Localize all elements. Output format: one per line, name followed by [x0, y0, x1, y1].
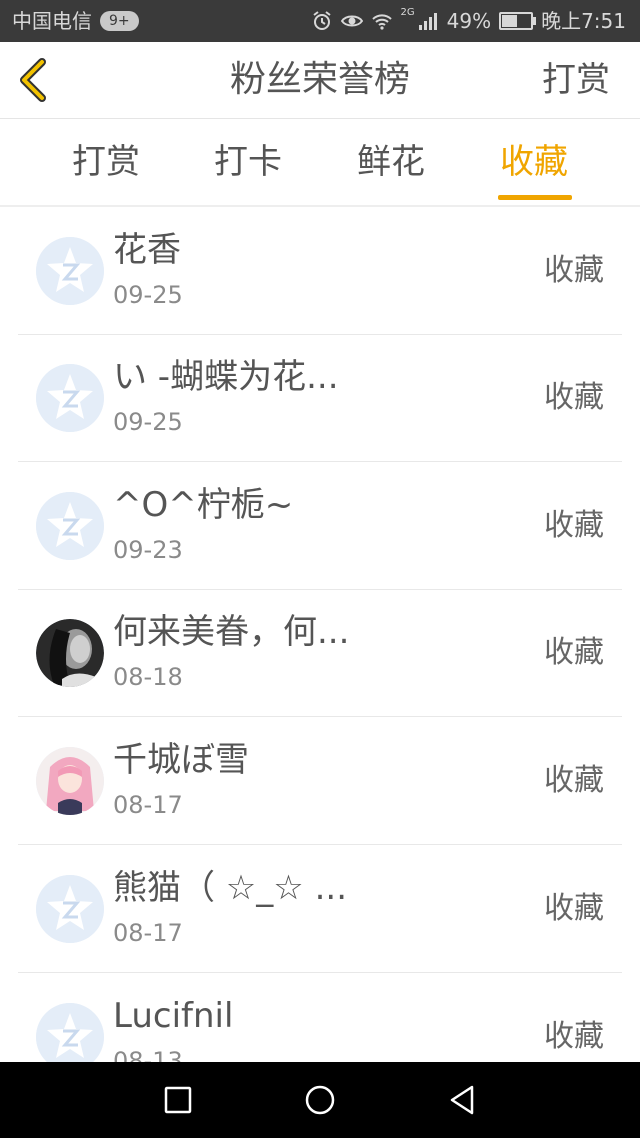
- square-icon: [164, 1086, 192, 1114]
- tab-flowers[interactable]: 鲜花: [320, 119, 462, 205]
- battery-percent: 49%: [446, 9, 492, 33]
- app-header: 粉丝荣誉榜 打赏: [0, 42, 640, 119]
- list-item[interactable]: ^O^柠栀~ 09-23 收藏: [18, 462, 622, 590]
- clock: 晚上7:51: [541, 9, 626, 33]
- home-button[interactable]: [300, 1080, 340, 1120]
- battery-icon: [499, 12, 537, 30]
- fan-name: 熊猫（ ☆_☆ ...: [113, 868, 347, 908]
- default-avatar-icon: [36, 1003, 104, 1062]
- fan-date: 08-18: [113, 663, 183, 691]
- fan-name: Lucifnil: [113, 996, 234, 1036]
- recents-button[interactable]: [158, 1080, 198, 1120]
- active-tab-indicator: [498, 195, 572, 200]
- photo-avatar-icon: [36, 747, 104, 815]
- tab-bar: 打赏 打卡 鲜花 收藏: [0, 119, 640, 207]
- fan-name: 花香: [113, 230, 181, 270]
- fan-date: 08-17: [113, 919, 183, 947]
- back-nav-button[interactable]: [442, 1080, 482, 1120]
- list-item[interactable]: 何来美眷，何... 08-18 收藏: [18, 589, 622, 717]
- signal-icon: [417, 10, 439, 32]
- list-item[interactable]: 千城ぼ雪 08-17 收藏: [18, 717, 622, 845]
- fan-name: ^O^柠栀~: [113, 485, 294, 525]
- status-bar: 中国电信 9+ 2G 49% 晚上7:51: [0, 0, 640, 42]
- default-avatar-icon: [36, 364, 104, 432]
- favorite-label: 收藏: [544, 253, 604, 288]
- default-avatar-icon: [36, 492, 104, 560]
- list-item[interactable]: Lucifnil 08-13 收藏: [18, 973, 622, 1062]
- notification-badge: 9+: [100, 11, 139, 31]
- fan-list: 花香 09-25 收藏 い -蝴蝶为花... 09-25 收藏 ^O^柠栀~ 0…: [0, 207, 640, 1062]
- favorite-label: 收藏: [544, 380, 604, 415]
- battery-fill: [502, 15, 517, 27]
- tab-reward[interactable]: 打赏: [35, 119, 177, 205]
- favorite-label: 收藏: [544, 763, 604, 798]
- system-nav-bar: [0, 1062, 640, 1138]
- photo-avatar-icon: [36, 619, 104, 687]
- triangle-back-icon: [450, 1085, 474, 1115]
- favorite-label: 收藏: [544, 1019, 604, 1054]
- status-right: 2G 49% 晚上7:51: [311, 0, 626, 42]
- list-item[interactable]: 熊猫（ ☆_☆ ... 08-17 收藏: [18, 845, 622, 973]
- favorite-label: 收藏: [544, 891, 604, 926]
- wifi-icon: [371, 10, 393, 32]
- fan-date: 09-23: [113, 536, 183, 564]
- favorite-label: 收藏: [544, 508, 604, 543]
- default-avatar-icon: [36, 875, 104, 943]
- reward-button[interactable]: 打赏: [542, 42, 610, 118]
- eye-icon: [340, 10, 363, 32]
- fan-date: 08-13: [113, 1047, 183, 1062]
- tab-favorites[interactable]: 收藏: [463, 119, 605, 205]
- circle-icon: [305, 1085, 335, 1115]
- fan-name: 何来美眷，何...: [113, 612, 350, 652]
- carrier-name: 中国电信: [12, 9, 92, 33]
- favorite-label: 收藏: [544, 635, 604, 670]
- list-item[interactable]: 花香 09-25 收藏: [18, 207, 622, 335]
- status-left: 中国电信 9+: [12, 0, 139, 42]
- tab-checkin[interactable]: 打卡: [177, 119, 319, 205]
- fan-name: 千城ぼ雪: [113, 740, 249, 780]
- fan-name: い -蝴蝶为花...: [113, 357, 339, 397]
- default-avatar-icon: [36, 237, 104, 305]
- list-item[interactable]: い -蝴蝶为花... 09-25 收藏: [18, 334, 622, 462]
- fan-date: 08-17: [113, 791, 183, 819]
- alarm-icon: [311, 10, 333, 32]
- fan-date: 09-25: [113, 281, 183, 309]
- network-type: 2G: [400, 7, 415, 18]
- fan-date: 09-25: [113, 408, 183, 436]
